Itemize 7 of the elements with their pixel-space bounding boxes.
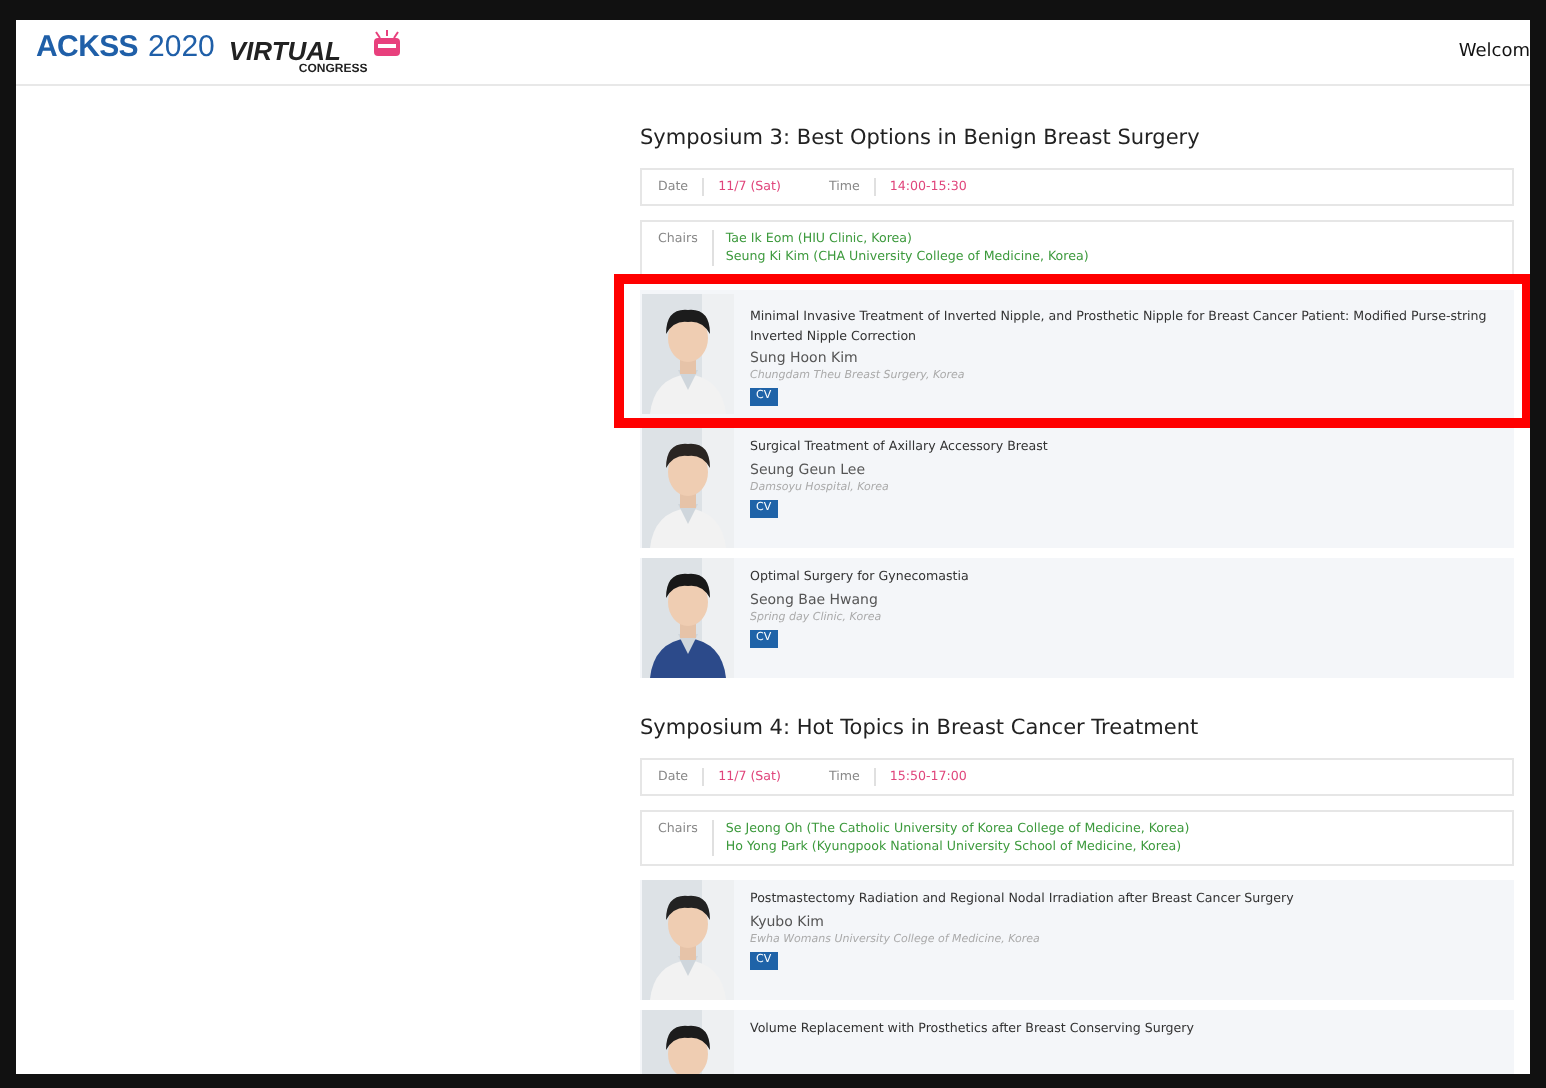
symposium-title: Symposium 3: Best Options in Benign Breast Surgery	[640, 124, 1202, 152]
badge-icon	[371, 29, 402, 57]
logo-year: 2020	[148, 29, 215, 63]
symposium-title: Symposium 4: Hot Topics in Breast Cancer Treatment	[640, 714, 1201, 742]
welcome-text: Welcom	[1458, 42, 1530, 62]
logo-acronym: ACKSS	[36, 29, 139, 63]
logo-title: VIRTUAL	[228, 35, 341, 65]
